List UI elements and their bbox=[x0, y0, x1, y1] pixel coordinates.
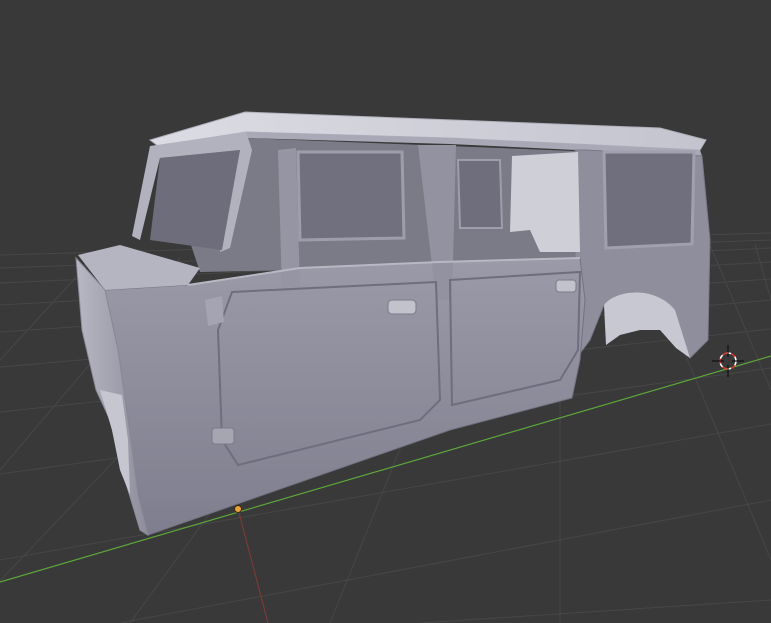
front-door-handle bbox=[387, 299, 417, 315]
object-origin-point[interactable] bbox=[234, 505, 242, 513]
viewport-canvas[interactable] bbox=[0, 0, 771, 623]
front-lower-handle bbox=[211, 427, 235, 445]
rear-door-window bbox=[456, 159, 504, 229]
rear-door-handle bbox=[555, 279, 577, 293]
rear-side-window bbox=[602, 150, 696, 250]
3d-viewport[interactable] bbox=[0, 0, 771, 623]
side-mirror-mount bbox=[205, 296, 224, 326]
front-door-window bbox=[296, 150, 406, 242]
